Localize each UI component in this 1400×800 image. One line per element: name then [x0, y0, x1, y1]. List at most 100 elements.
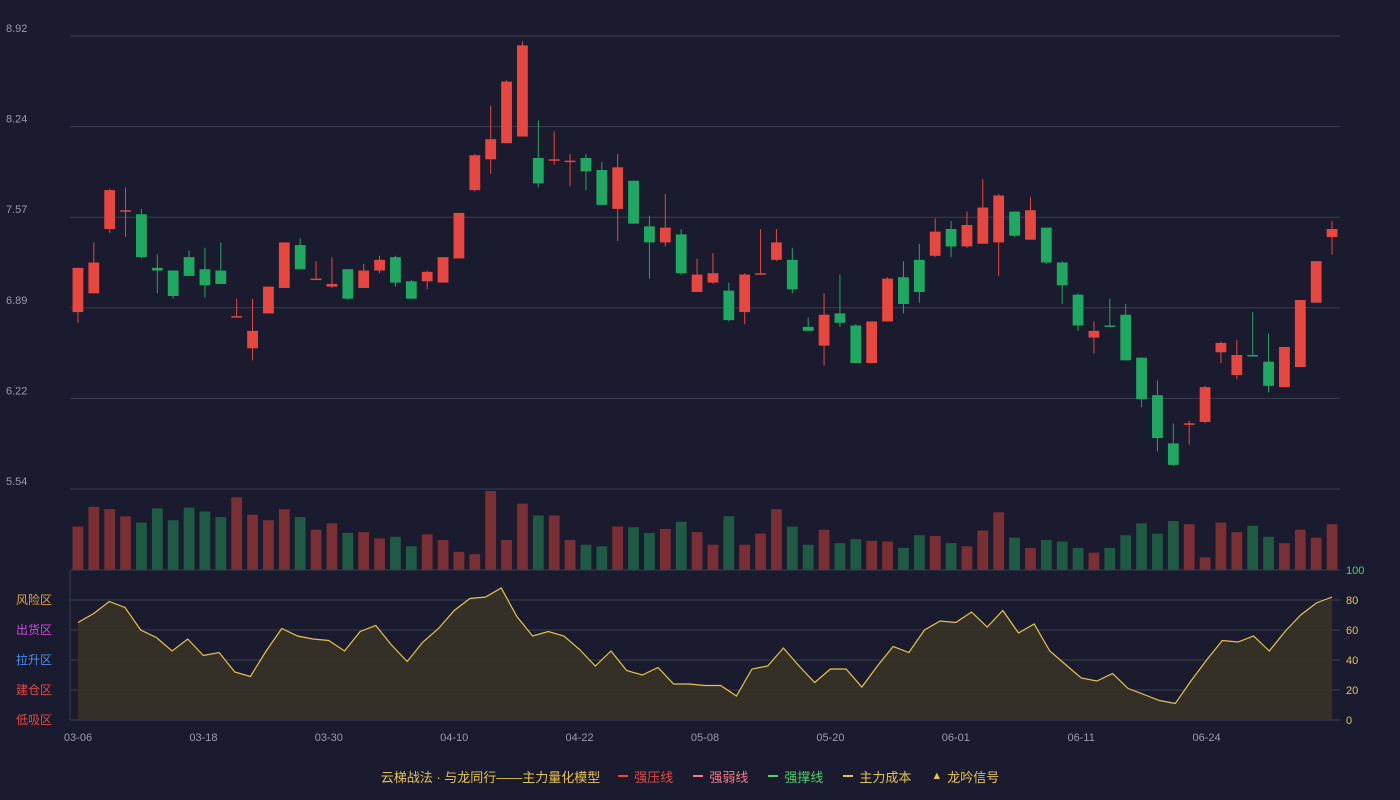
volume-bar — [659, 528, 671, 570]
legend-item-signal[interactable]: ▲ 龙吟信号 — [931, 767, 999, 786]
volume-bar — [294, 517, 306, 570]
volume-bar — [1025, 547, 1036, 570]
volume-bar — [707, 544, 719, 570]
triangle-icon: ▲ — [931, 770, 943, 782]
volume-bar — [802, 544, 814, 570]
legend-label: 强压线 — [634, 769, 674, 785]
candle-body — [691, 274, 703, 292]
volume-bar — [1183, 524, 1195, 570]
legend-item-strength[interactable]: 强弱线 — [693, 767, 748, 786]
volume-bar — [1279, 543, 1290, 570]
legend-label: 强撑线 — [784, 769, 824, 785]
candle-body — [1088, 330, 1100, 338]
volume-bar — [755, 533, 766, 570]
volume-bar — [1056, 541, 1068, 570]
volume-bar — [390, 536, 401, 570]
candle-body — [1294, 300, 1306, 368]
volume-bar — [628, 527, 639, 570]
candle-body — [263, 286, 274, 314]
volume-bar — [564, 539, 576, 570]
candle-body — [1263, 361, 1274, 386]
legend-item-resistance[interactable]: 强压线 — [618, 767, 673, 786]
legend-item-support[interactable]: 强撑线 — [768, 767, 823, 786]
volume-bar — [278, 509, 290, 570]
candle-body — [723, 290, 735, 321]
dashed-line-icon — [843, 775, 854, 777]
candle-body — [310, 278, 322, 281]
volume-bar — [342, 532, 354, 570]
candle-body — [929, 231, 941, 256]
volume-bar — [421, 534, 433, 570]
candle-body — [72, 267, 84, 313]
candle-body — [596, 170, 608, 205]
candle-body — [247, 330, 258, 349]
volume-bar — [834, 543, 846, 570]
candle-body — [1167, 443, 1179, 465]
volume-bar — [675, 521, 687, 570]
indicator-tick-label: 20 — [1346, 685, 1358, 697]
candle-body — [548, 159, 560, 161]
volume-bar — [120, 516, 131, 570]
candle-body — [1009, 211, 1020, 236]
candle-body — [961, 224, 973, 247]
legend-title: 云梯战法 · 与龙同行——主力量化模型 — [380, 769, 601, 785]
volume-bar — [1215, 522, 1227, 570]
volume-bar — [1167, 521, 1179, 570]
candle-body — [659, 227, 671, 243]
zone-label: 低吸区 — [16, 713, 52, 727]
solid-line-icon — [618, 775, 629, 777]
candle-body — [469, 155, 481, 191]
candle-body — [390, 257, 401, 283]
volume-bar — [596, 546, 608, 570]
indicator-tick-label: 100 — [1346, 565, 1364, 577]
candle-body — [136, 214, 147, 258]
price-tick-label: 6.89 — [6, 295, 27, 307]
volume-bar — [1009, 537, 1020, 570]
candle-body — [215, 270, 227, 284]
x-tick-label: 05-20 — [816, 732, 844, 744]
volume-bar — [945, 543, 957, 570]
volume-bar — [1231, 532, 1243, 570]
candle-body — [1056, 262, 1068, 286]
volume-bar — [1072, 547, 1084, 570]
candle-body — [120, 210, 131, 212]
volume-bar — [517, 503, 528, 570]
candle-body — [1247, 354, 1259, 357]
volume-bar — [1326, 524, 1338, 570]
candle-body — [183, 257, 195, 276]
volume-bar — [1247, 525, 1259, 570]
candle-body — [1152, 395, 1163, 439]
legend-label: 龙吟信号 — [947, 769, 1000, 785]
candle-body — [326, 283, 338, 287]
volume-bar — [199, 511, 211, 570]
candle-body — [1183, 423, 1195, 425]
x-tick-label: 03-06 — [64, 732, 92, 744]
x-tick-label: 06-11 — [1068, 732, 1095, 744]
candle-body — [1199, 387, 1211, 422]
candle-body — [866, 321, 878, 364]
volume-bar — [374, 538, 385, 570]
candle-body — [786, 259, 798, 290]
dashed-line-icon — [693, 775, 704, 777]
legend-label: 主力成本 — [859, 769, 912, 785]
x-tick-label: 04-22 — [566, 732, 594, 744]
volume-bar — [437, 539, 449, 570]
candle-body — [771, 242, 782, 260]
volume-bar — [723, 516, 735, 570]
volume-bar — [310, 529, 322, 570]
candle-body — [1215, 342, 1227, 353]
volume-bar — [532, 515, 544, 570]
candle-body — [993, 195, 1005, 243]
legend-item-cost[interactable]: 主力成本 — [843, 767, 911, 786]
candle-body — [580, 157, 592, 172]
volume-bar — [469, 554, 481, 570]
volume-bar — [1152, 533, 1163, 570]
volume-bar — [183, 507, 195, 570]
volume-bar — [453, 551, 465, 570]
candle-body — [882, 278, 893, 322]
x-tick-label: 03-30 — [315, 732, 343, 744]
chart-area: 8.92 8.24 7.57 6.89 6.22 5.54 100 80 60 40 20 0 风险区出… — [0, 0, 1400, 800]
volume-bar — [771, 509, 782, 570]
candle-body — [88, 262, 100, 294]
candle-body — [532, 157, 544, 184]
